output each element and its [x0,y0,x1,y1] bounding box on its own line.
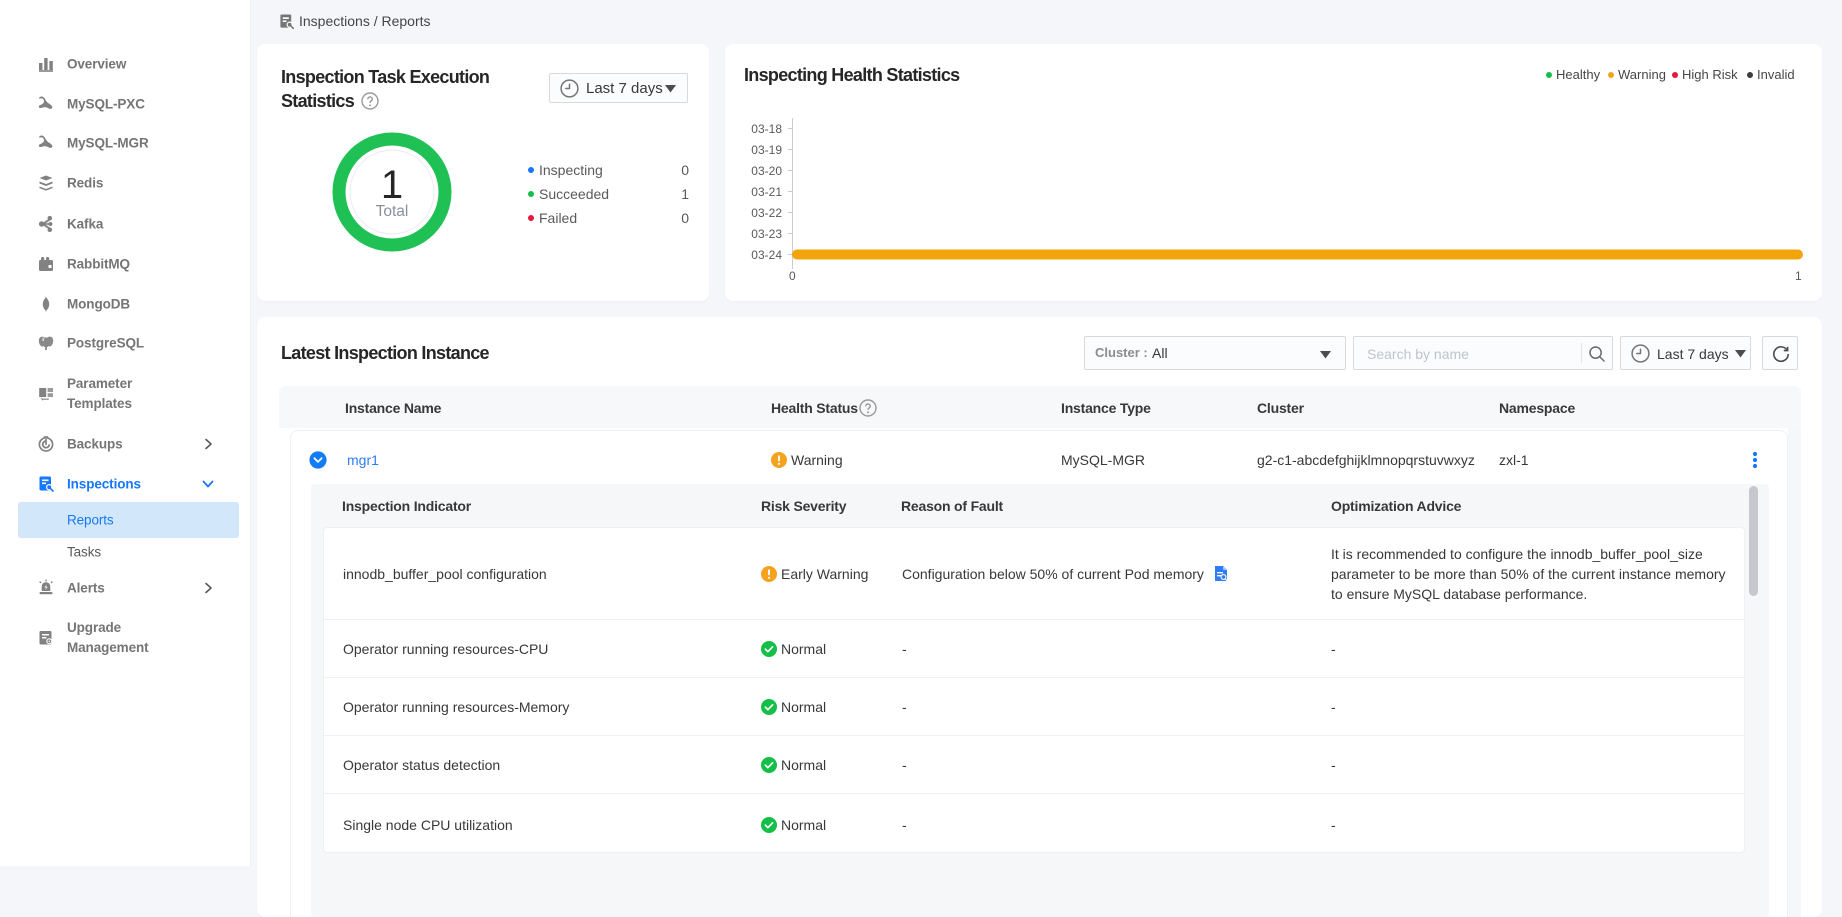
svg-text:03-20: 03-20 [751,164,782,178]
svg-text:03-24: 03-24 [751,248,782,262]
svg-text:03-21: 03-21 [751,185,782,199]
svg-text:1: 1 [1795,269,1802,283]
svg-text:03-23: 03-23 [751,227,782,241]
svg-text:03-19: 03-19 [751,143,782,157]
svg-text:03-18: 03-18 [751,122,782,136]
svg-text:0: 0 [789,269,796,283]
svg-text:03-22: 03-22 [751,206,782,220]
